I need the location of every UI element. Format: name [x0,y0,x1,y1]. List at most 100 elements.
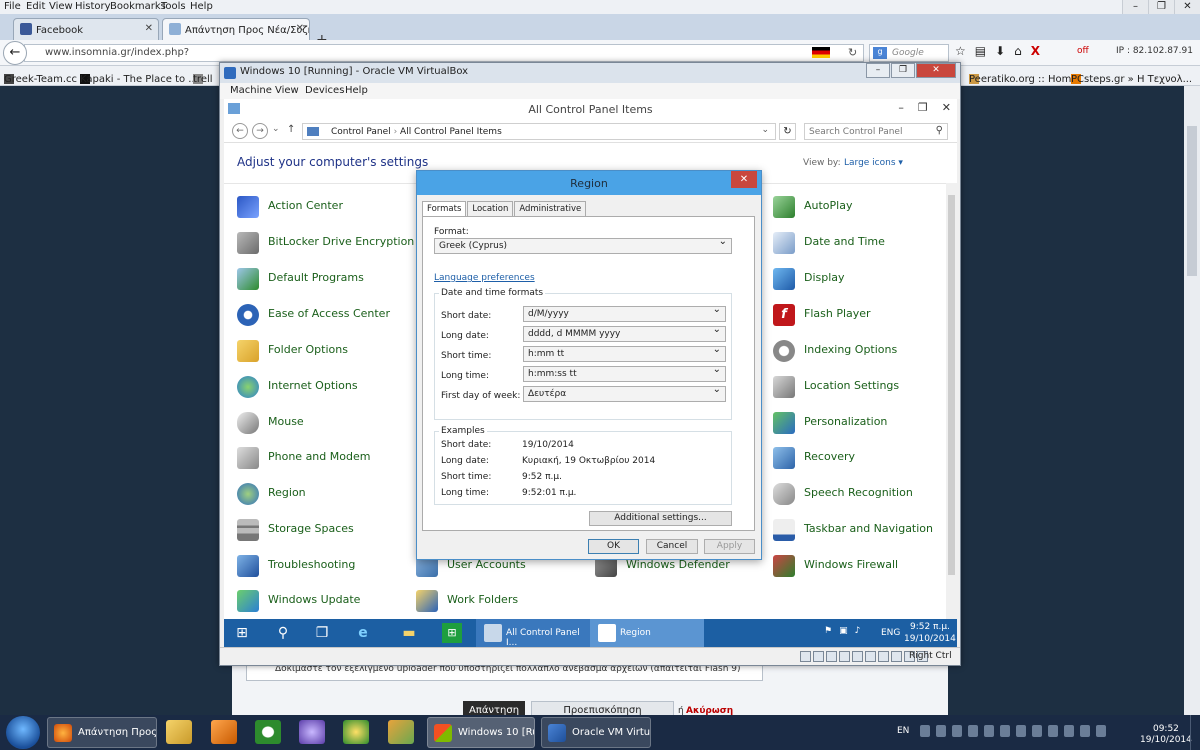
menu-machine[interactable]: Machine [230,85,272,96]
short-time-select[interactable]: h:mm tt [523,344,726,362]
tab-location[interactable]: Location [467,201,514,216]
windows-orb-icon[interactable] [6,716,40,749]
menu-view[interactable]: View [49,1,73,12]
tray-icon[interactable] [1064,725,1074,737]
tray-icon[interactable] [1000,725,1010,737]
network-icon[interactable]: ▣ [839,626,848,636]
close-icon[interactable]: ✕ [1174,0,1200,14]
tab-facebook[interactable]: Facebook ✕ [13,18,159,40]
tray-icon[interactable] [1048,725,1058,737]
menu-help[interactable]: Help [190,1,213,12]
search-input[interactable]: g Google [869,44,949,62]
show-desktop-button[interactable] [1190,715,1200,750]
taskbar-button-control-panel[interactable]: All Control Panel I... [476,619,590,647]
ok-button[interactable]: OK [588,539,639,554]
tab-administrative[interactable]: Administrative [514,201,587,216]
utorrent-icon[interactable] [255,720,281,744]
close-icon[interactable]: ✕ [145,23,153,34]
page-scrollbar[interactable] [1184,86,1200,715]
media-player-icon[interactable] [211,720,237,744]
language-indicator[interactable]: ENG [881,628,900,638]
network-icon[interactable] [839,651,850,662]
chrome-icon[interactable] [343,720,369,744]
tray-icon[interactable] [920,725,930,737]
minimize-icon[interactable]: – [866,63,890,78]
menu-edit[interactable]: Edit [26,1,45,12]
format-select[interactable]: Greek (Cyprus) [434,236,732,254]
maximize-icon[interactable]: ❐ [1148,0,1174,14]
guest-clock[interactable]: 9:52 π.μ. 19/10/2014 [904,621,956,645]
menu-view[interactable]: View [275,85,299,96]
cp-search-input[interactable]: Search Control Panel ⚲ [804,123,948,140]
menu-help[interactable]: Help [345,85,368,96]
up-arrow-icon[interactable]: ↑ [287,124,295,135]
store-icon[interactable]: ⊞ [442,623,462,643]
app-icon[interactable] [299,720,325,744]
explorer-icon[interactable] [166,720,192,744]
refresh-icon[interactable]: ↻ [779,123,796,140]
star-icon[interactable]: ☆ [955,44,966,58]
audio-icon[interactable] [826,651,837,662]
host-clock[interactable]: 09:52 19/10/2014 [1140,724,1192,746]
tray-icon[interactable] [952,725,962,737]
tray-icon[interactable] [1096,725,1106,737]
long-date-select[interactable]: dddd, d MMMM yyyy [523,324,726,342]
windows-start-icon[interactable]: ⊞ [232,623,252,643]
chevron-down-icon[interactable]: ⌄ [761,125,769,135]
breadcrumb[interactable]: Control Panel › All Control Panel Items … [302,123,776,140]
apply-button[interactable]: Apply [704,539,755,554]
menu-devices[interactable]: Devices [305,85,344,96]
breadcrumb-control-panel[interactable]: Control Panel [331,127,391,137]
maximize-icon[interactable]: ❐ [891,63,915,78]
volume-icon[interactable]: ♪ [855,626,861,636]
language-indicator[interactable]: EN [897,726,909,736]
first-day-select[interactable]: Δευτέρα [523,384,726,402]
close-icon[interactable]: ✕ [296,23,304,34]
back-arrow-icon[interactable]: ← [3,41,27,65]
close-icon[interactable]: ✕ [942,101,951,114]
back-arrow-icon[interactable]: ← [232,123,248,139]
app-icon-2[interactable] [388,720,414,744]
refresh-icon[interactable]: ↻ [848,46,857,59]
close-icon[interactable]: ✕ [731,171,757,188]
hdd-icon[interactable] [800,651,811,662]
menu-history[interactable]: History [75,1,111,12]
maximize-icon[interactable]: ❐ [918,101,928,114]
optical-drive-icon[interactable] [813,651,824,662]
recent-chevron-icon[interactable]: ⌄ [272,124,280,134]
taskbar-button-virtualbox[interactable]: Oracle VM Virtual... [541,717,651,748]
display-icon[interactable] [878,651,889,662]
tab-formats[interactable]: Formats [422,201,467,217]
short-date-select[interactable]: d/M/yyyy [523,304,726,322]
minimize-icon[interactable]: – [1122,0,1148,14]
menu-tools[interactable]: Tools [161,1,186,12]
clipboard-icon[interactable]: ▤ [975,44,986,58]
tab-reply[interactable]: Απάντηση Προς Νέα/Συζή... ✕ [162,18,310,40]
long-time-select[interactable]: h:mm:ss tt [523,364,726,382]
language-preferences-link[interactable]: Language preferences [434,273,535,283]
breadcrumb-all-items[interactable]: All Control Panel Items [400,127,502,137]
home-icon[interactable]: ⌂ [1014,44,1022,58]
tray-icon[interactable] [968,725,978,737]
scrollbar-thumb[interactable] [1187,126,1197,276]
search-icon[interactable]: ⚲ [273,623,293,643]
cp-scrollbar[interactable] [946,183,957,619]
taskbar-button-firefox[interactable]: Απάντηση Προς ... [47,717,157,748]
cancel-button[interactable]: Cancel [646,539,698,554]
minimize-icon[interactable]: – [898,101,904,114]
close-icon[interactable]: ✕ [916,63,956,78]
additional-settings-button[interactable]: Additional settings... [589,511,732,526]
tray-icon[interactable] [1016,725,1026,737]
taskbar-button-windows10-vm[interactable]: Windows 10 [Run... [427,717,535,748]
download-icon[interactable]: ⬇ [995,44,1005,58]
tray-icon[interactable] [1080,725,1090,737]
forward-arrow-icon[interactable]: → [252,123,268,139]
usb-icon[interactable] [852,651,863,662]
scrollbar-thumb[interactable] [948,195,955,575]
internet-explorer-icon[interactable]: e [353,623,373,643]
menu-bookmarks[interactable]: Bookmarks [110,1,166,12]
menu-file[interactable]: File [4,1,21,12]
x-addon-icon[interactable]: X [1031,44,1040,58]
url-bar[interactable]: www.insomnia.gr/index.php? [24,44,864,62]
tray-icon[interactable] [984,725,994,737]
